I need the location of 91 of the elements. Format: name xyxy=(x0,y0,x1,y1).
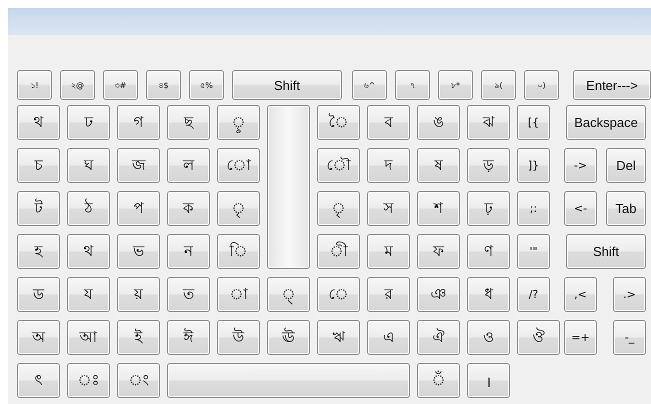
key[interactable]: ষ xyxy=(417,148,460,183)
key[interactable]: -_ xyxy=(613,320,646,355)
key[interactable]: ৎ xyxy=(17,363,60,398)
key[interactable]: [{ xyxy=(517,105,550,140)
key[interactable]: .> xyxy=(613,277,646,312)
key[interactable]: ম xyxy=(367,234,410,269)
key[interactable]: ৮* xyxy=(438,70,473,100)
key[interactable]: ঐ xyxy=(417,320,460,355)
key[interactable]: ৃ xyxy=(217,191,260,226)
key[interactable]: ট xyxy=(17,191,60,226)
key[interactable]: ৌ xyxy=(317,148,360,183)
key[interactable]: ফ xyxy=(417,234,460,269)
key[interactable]: ০) xyxy=(524,70,559,100)
key[interactable]: র xyxy=(367,277,410,312)
key[interactable]: ঢ় xyxy=(467,191,510,226)
key[interactable]: ঋ xyxy=(317,320,360,355)
key[interactable]: গ xyxy=(117,105,160,140)
key[interactable]: ঞ xyxy=(417,277,460,312)
key[interactable]: Backspace xyxy=(566,105,646,140)
key[interactable]: থ xyxy=(67,234,110,269)
key[interactable]: য় xyxy=(117,277,160,312)
key[interactable]: ৯( xyxy=(481,70,516,100)
key[interactable]: ঠ xyxy=(67,191,110,226)
key[interactable]: । xyxy=(467,363,510,398)
shift-key[interactable]: Shift xyxy=(232,70,342,100)
key[interactable]: ো xyxy=(217,148,260,183)
key[interactable]: ে xyxy=(317,277,360,312)
key[interactable]: এ xyxy=(367,320,410,355)
key[interactable]: Tab xyxy=(606,191,646,226)
key[interactable]: ঃ xyxy=(67,363,110,398)
key[interactable]: ঈ xyxy=(167,320,210,355)
key[interactable]: জ xyxy=(117,148,160,183)
key[interactable]: য xyxy=(67,277,110,312)
key[interactable]: ড় xyxy=(467,148,510,183)
key[interactable]: উ xyxy=(217,320,260,355)
key[interactable]: ঘ xyxy=(67,148,110,183)
key[interactable]: ঔ xyxy=(517,320,560,355)
key[interactable]: Shift xyxy=(566,234,646,269)
key[interactable]: ঊ xyxy=(267,320,310,355)
key[interactable]: ব xyxy=(367,105,410,140)
key[interactable]: ছ xyxy=(167,105,210,140)
key[interactable]: <- xyxy=(564,191,597,226)
key[interactable]: ]} xyxy=(517,148,550,183)
key[interactable]: স xyxy=(367,191,410,226)
key[interactable]: ধ xyxy=(467,277,510,312)
key[interactable]: দ xyxy=(367,148,410,183)
key[interactable]: ্ xyxy=(267,277,310,312)
space-bar[interactable] xyxy=(167,363,410,398)
key[interactable]: ;: xyxy=(517,191,550,226)
key[interactable]: Del xyxy=(606,148,646,183)
key[interactable]: ন xyxy=(167,234,210,269)
key[interactable]: ক xyxy=(167,191,210,226)
key[interactable]: ঙ xyxy=(417,105,460,140)
key[interactable]: থ xyxy=(17,105,60,140)
key[interactable]: -> xyxy=(564,148,597,183)
key[interactable]: ৈ xyxy=(317,105,360,140)
key[interactable]: ভ xyxy=(117,234,160,269)
key[interactable]: '" xyxy=(517,234,550,269)
key[interactable]: প xyxy=(117,191,160,226)
key[interactable]: ৢ xyxy=(217,105,260,140)
key[interactable]: ও xyxy=(467,320,510,355)
key[interactable]: ই xyxy=(117,320,160,355)
key[interactable]: ঢ xyxy=(67,105,110,140)
enter-key[interactable]: Enter---> xyxy=(573,70,651,100)
key[interactable]: ৫% xyxy=(189,70,224,100)
key[interactable]: চ xyxy=(17,148,60,183)
key[interactable]: ২@ xyxy=(60,70,95,100)
key[interactable]: =+ xyxy=(564,320,597,355)
blank-key[interactable] xyxy=(267,105,310,269)
key[interactable]: ি xyxy=(217,234,260,269)
key[interactable]: ৭ xyxy=(395,70,430,100)
key[interactable]: ড xyxy=(17,277,60,312)
key[interactable]: ৩# xyxy=(103,70,138,100)
key[interactable]: আ xyxy=(67,320,110,355)
key[interactable]: শ xyxy=(417,191,460,226)
key[interactable]: ৪$ xyxy=(146,70,181,100)
key[interactable]: ং xyxy=(117,363,160,398)
key[interactable]: া xyxy=(217,277,260,312)
key[interactable]: ী xyxy=(317,234,360,269)
key[interactable]: ১! xyxy=(17,70,52,100)
key[interactable]: /? xyxy=(517,277,550,312)
key[interactable]: ৬^ xyxy=(352,70,387,100)
key[interactable]: ৃ xyxy=(317,191,360,226)
key[interactable]: ল xyxy=(167,148,210,183)
key[interactable]: ণ xyxy=(467,234,510,269)
key[interactable]: ঁ xyxy=(417,363,460,398)
key[interactable]: হ xyxy=(17,234,60,269)
key[interactable]: অ xyxy=(17,320,60,355)
key[interactable]: ঝ xyxy=(467,105,510,140)
key[interactable]: ত xyxy=(167,277,210,312)
key[interactable]: ,< xyxy=(564,277,597,312)
